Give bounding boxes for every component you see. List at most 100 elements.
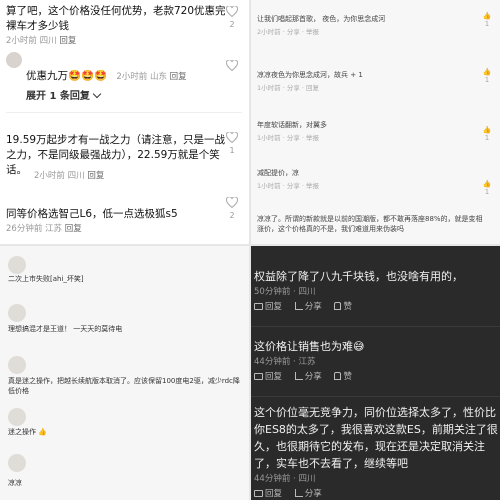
comment-item: 同等价格选智己L6，低一点选极狐s5 26分钟前 江苏 回复: [6, 207, 228, 234]
comment-text: 二次上市失败[ahi_坏笑]: [8, 275, 84, 283]
report-button[interactable]: 举报: [306, 182, 319, 190]
reply-button[interactable]: 回复: [306, 84, 319, 92]
like-button[interactable]: 👍 1: [482, 126, 492, 142]
share-icon: [294, 302, 303, 310]
comment-meta: 1小时前 · 分享 · 举报: [257, 134, 320, 142]
report-button[interactable]: 举报: [306, 28, 319, 36]
comment-time: 1小时前: [257, 182, 281, 190]
reply-button[interactable]: 回复: [59, 36, 76, 46]
comment-text: 真是迷之操作，把越长续航版本取消了。应该保留100度电2驱，减少rdc降低价格: [8, 377, 240, 395]
comment-item: 让我们唱起那首歌， 夜色，为你思念成河 2小时前 · 分享 · 举报: [257, 14, 485, 36]
thumb-icon: [334, 302, 342, 310]
like-count: 1: [484, 20, 490, 28]
comment-location: 四川: [298, 474, 316, 484]
comments-panel-top-right: 让我们唱起那首歌， 夜色，为你思念成河 2小时前 · 分享 · 举报 👍 1 凉凉…: [251, 0, 500, 244]
avatar[interactable]: [6, 52, 22, 68]
like-button[interactable]: 2: [225, 6, 239, 29]
avatar[interactable]: [8, 356, 26, 374]
reply-item: 优惠九万🤩🤩🤩 2小时前 山东 回复: [26, 64, 216, 84]
comment-actions: 回复 分享 赞: [254, 300, 498, 312]
comment-location: 四川: [298, 287, 316, 297]
expand-replies-button[interactable]: 展开 1 条回复: [26, 87, 102, 102]
reply-icon: [254, 373, 263, 380]
comment-item: 凉凉: [8, 478, 240, 488]
like-label: 赞: [343, 302, 352, 312]
comment-item: 真是迷之操作，把越长续航版本取消了。应该保留100度电2驱，减少rdc降低价格: [8, 376, 240, 396]
comment-text-wrap: 让我们唱起那首歌， 夜色，为你思念成河: [257, 14, 485, 24]
comment-text: 这价格让销售也为难😅: [254, 340, 365, 353]
comment-location: 四川: [39, 36, 57, 46]
avatar[interactable]: [8, 454, 26, 472]
like-button[interactable]: [225, 60, 239, 74]
reply-button[interactable]: 回复: [87, 171, 104, 181]
share-button[interactable]: 分享: [294, 489, 322, 499]
avatar[interactable]: [8, 408, 26, 426]
comment-text: 凉凉夜色为你思念成河，故兵 + 1: [257, 71, 363, 79]
comment-item: 二次上市失败[ahi_坏笑]: [8, 274, 240, 284]
share-button[interactable]: 分享: [287, 182, 300, 190]
comment-time: 44分钟前: [254, 474, 291, 484]
like-button[interactable]: 1: [225, 132, 239, 155]
comment-time: 1小时前: [257, 84, 281, 92]
comments-panel-bottom-right: 权益除了降了八九千块钱，也没啥有用的， 50分钟前 · 四川 回复 分享 赞 这…: [251, 246, 500, 500]
share-label: 分享: [304, 489, 322, 499]
comment-text: 迷之操作 👍: [8, 428, 47, 436]
reply-label: 回复: [265, 372, 283, 382]
heart-icon: [226, 197, 238, 208]
comment-text: 年度软话翻新，对翼多: [257, 121, 327, 129]
like-count: 2: [229, 211, 235, 220]
like-button[interactable]: 👍 1: [482, 12, 492, 28]
thumb-icon: [334, 372, 342, 380]
comment-time: 26分钟前: [6, 224, 43, 234]
comment-time: 2小时前: [116, 72, 148, 82]
share-button[interactable]: 分享: [294, 302, 322, 312]
comment-actions: 回复 分享 赞: [254, 370, 498, 382]
heart-icon: [226, 60, 238, 71]
like-count: 1: [229, 146, 235, 155]
comment-meta: 50分钟前 · 四川: [254, 287, 316, 297]
share-button[interactable]: 分享: [287, 134, 300, 142]
comment-item: 这个价位毫无竞争力，同价位选择太多了，性价比你ES8的太多了，我很喜欢这款ES，…: [254, 404, 498, 499]
like-button[interactable]: 👍 1: [482, 68, 492, 84]
thumb-icon: 👍: [482, 68, 492, 76]
separator: [6, 112, 242, 113]
avatar[interactable]: [8, 256, 26, 274]
heart-icon: [226, 6, 238, 17]
like-button[interactable]: 赞: [334, 372, 352, 382]
comment-text: 理想搞混才是王道！ 一天天的莫待电: [8, 325, 123, 333]
comment-time: 44分钟前: [254, 357, 291, 367]
comment-meta: 2小时前 山东 回复: [116, 72, 186, 82]
share-button[interactable]: 分享: [294, 372, 322, 382]
share-button[interactable]: 分享: [287, 84, 300, 92]
comment-text: 权益除了降了八九千块钱，也没啥有用的，: [254, 270, 463, 283]
comment-text: 这个价位毫无竞争力，同价位选择太多了，性价比你ES8的太多了，我很喜欢这款ES，…: [254, 406, 498, 470]
comment-actions: 回复 分享: [254, 487, 498, 499]
share-button[interactable]: 分享: [287, 28, 300, 36]
comment-meta: 44分钟前 · 江苏: [254, 357, 316, 367]
like-button[interactable]: 2: [225, 197, 239, 220]
reply-label: 回复: [265, 489, 283, 499]
comment-meta: 44分钟前 · 四川: [254, 474, 316, 484]
comment-text-tail: 夜色，为你思念成河: [322, 15, 386, 23]
like-count: 1: [484, 188, 490, 196]
comment-item: 权益除了降了八九千块钱，也没啥有用的， 50分钟前 · 四川 回复 分享 赞: [254, 268, 498, 312]
reply-button[interactable]: 回复: [254, 489, 282, 499]
comment-item: 这价格让销售也为难😅 44分钟前 · 江苏 回复 分享 赞: [254, 338, 498, 382]
reply-button[interactable]: 回复: [254, 302, 282, 312]
comment-text: 凉凉: [8, 479, 22, 487]
share-icon: [294, 489, 303, 497]
like-count: 1: [484, 134, 490, 142]
reply-button[interactable]: 回复: [254, 372, 282, 382]
reply-label: 回复: [265, 302, 283, 312]
avatar[interactable]: [8, 304, 26, 322]
report-button[interactable]: 举报: [306, 134, 319, 142]
like-button[interactable]: 赞: [334, 302, 352, 312]
thumb-icon: 👍: [482, 12, 492, 20]
comment-meta: 2小时前 四川 回复: [6, 34, 228, 46]
comment-time: 2小时前: [6, 36, 37, 46]
like-button[interactable]: 👍 1: [482, 180, 492, 196]
comment-location: 江苏: [298, 357, 316, 367]
reply-button[interactable]: 回复: [65, 224, 82, 234]
reply-button[interactable]: 回复: [170, 72, 187, 82]
comment-meta-inline: 2小时前 四川 回复: [34, 171, 104, 181]
